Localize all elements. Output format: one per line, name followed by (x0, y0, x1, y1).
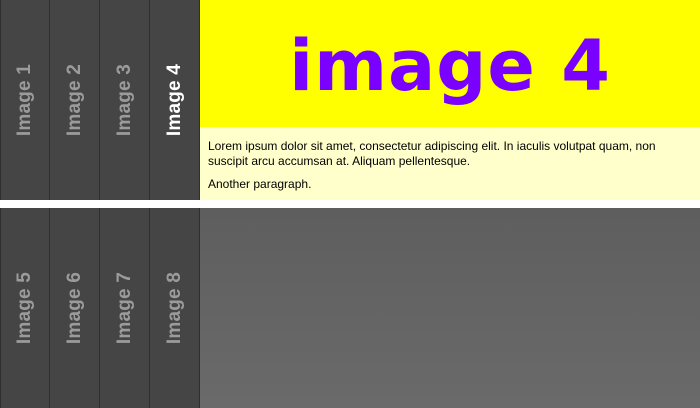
tab-image-5[interactable]: Image 5 (0, 208, 50, 408)
tab-image-6[interactable]: Image 6 (50, 208, 100, 408)
tab-label: Image 8 (163, 271, 185, 345)
tab-strip-bottom: Image 5 Image 6 Image 7 Image 8 (0, 208, 200, 408)
caption-paragraph: Another paragraph. (208, 177, 312, 191)
slide-title: image 4 (289, 24, 611, 107)
tab-label: Image 2 (63, 63, 85, 137)
tab-image-3[interactable]: Image 3 (100, 0, 150, 200)
tab-label: Image 7 (113, 271, 135, 345)
tab-strip-top: Image 1 Image 2 Image 3 Image 4 (0, 0, 200, 200)
tab-image-2[interactable]: Image 2 (50, 0, 100, 200)
tab-image-1[interactable]: Image 1 (0, 0, 50, 200)
slide-caption: Lorem ipsum dolor sit amet, consectetur … (200, 127, 700, 200)
tab-label: Image 1 (14, 63, 35, 137)
tab-label: Image 3 (113, 63, 135, 137)
tab-label: Image 6 (63, 271, 85, 345)
accordion-top: Image 1 Image 2 Image 3 Image 4 image 4 … (0, 0, 700, 200)
tab-label: Image 5 (14, 271, 35, 345)
tab-image-7[interactable]: Image 7 (100, 208, 150, 408)
active-slide: image 4 Lorem ipsum dolor sit amet, cons… (200, 0, 700, 200)
empty-slide-area (200, 208, 700, 408)
tab-label: Image 4 (163, 63, 185, 137)
tab-image-8[interactable]: Image 8 (150, 208, 200, 408)
accordion-bottom: Image 5 Image 6 Image 7 Image 8 (0, 208, 700, 408)
tab-image-4[interactable]: Image 4 (150, 0, 200, 200)
caption-paragraph: Lorem ipsum dolor sit amet, consectetur … (208, 139, 656, 168)
slide-image: image 4 (200, 0, 700, 127)
